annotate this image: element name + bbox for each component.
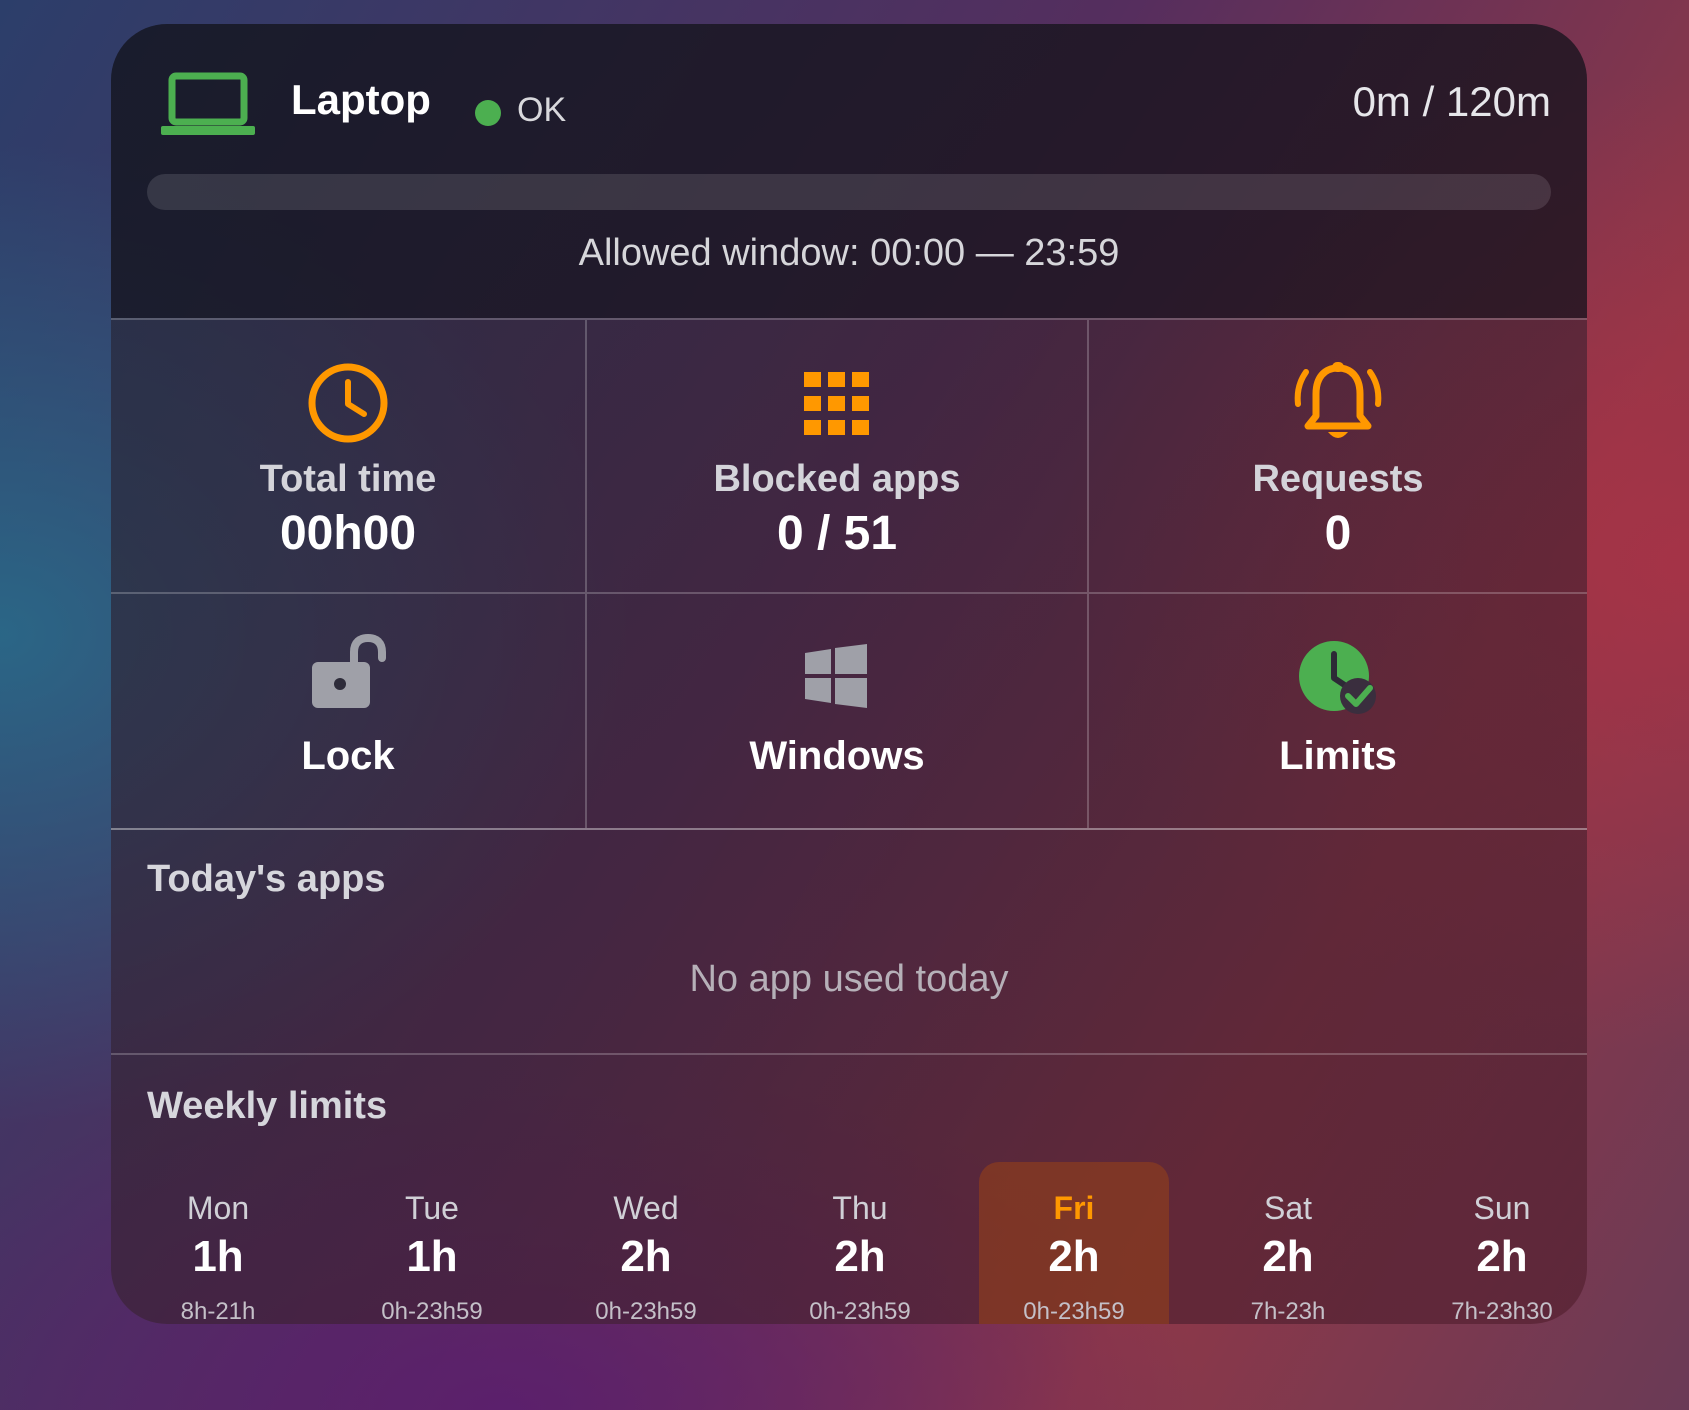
limits-button[interactable]: Limits [1089, 594, 1587, 830]
day-limit-value: 2h [1048, 1232, 1100, 1281]
day-limit-value: 2h [1476, 1232, 1528, 1281]
usage-progress-bar [147, 174, 1551, 210]
lock-button[interactable]: Lock [111, 594, 587, 830]
allowed-window: Allowed window: 00:00 — 23:59 [578, 232, 1120, 274]
windows-logo-icon [805, 644, 869, 708]
day-limit-value: 2h [620, 1232, 672, 1281]
windows-label: Windows [749, 734, 925, 778]
device-card: Laptop OK 0m / 120m Allowed window: 00:0… [111, 24, 1587, 1324]
windows-button[interactable]: Windows [587, 594, 1089, 830]
day-window: 0h-23h59 [381, 1298, 483, 1324]
total-time-tile: Total time 00h00 [111, 320, 587, 594]
todays-apps-section: Today's apps No app used today [111, 828, 1587, 1055]
apps-grid-icon [804, 372, 870, 438]
clock-icon [307, 362, 389, 444]
day-limit-sat[interactable]: Sat 2h 7h-23h [1193, 1162, 1383, 1324]
day-window: 7h-23h [1250, 1298, 1326, 1324]
day-window: 0h-23h59 [595, 1298, 697, 1324]
laptop-icon [161, 72, 257, 143]
day-window: 7h-23h30 [1451, 1298, 1553, 1324]
day-name: Thu [832, 1190, 888, 1226]
bell-ringing-icon [1292, 362, 1384, 448]
device-header: Laptop OK 0m / 120m Allowed window: 00:0… [111, 24, 1587, 318]
status-text: OK [517, 91, 567, 129]
device-name: Laptop [291, 76, 431, 123]
requests-label: Requests [1252, 458, 1424, 500]
day-name: Wed [613, 1190, 679, 1226]
day-limit-wed[interactable]: Wed 2h 0h-23h59 [551, 1162, 741, 1324]
todays-apps-empty-text: No app used today [689, 958, 1009, 1000]
clock-check-icon [1298, 640, 1378, 716]
total-time-value: 00h00 [279, 507, 417, 560]
total-time-label: Total time [259, 458, 437, 500]
requests-value: 0 [1324, 507, 1352, 560]
day-window: 8h-21h [180, 1298, 256, 1324]
blocked-apps-tile[interactable]: Blocked apps 0 / 51 [587, 320, 1089, 594]
day-window: 0h-23h59 [1023, 1298, 1125, 1324]
day-limit-sun[interactable]: Sun 2h 7h-23h30 [1407, 1162, 1587, 1324]
day-name: Fri [1053, 1190, 1095, 1226]
day-name: Tue [405, 1190, 459, 1226]
day-limit-value: 1h [192, 1232, 244, 1281]
day-limit-thu[interactable]: Thu 2h 0h-23h59 [765, 1162, 955, 1324]
day-name: Sun [1473, 1190, 1531, 1226]
blocked-apps-label: Blocked apps [713, 458, 961, 500]
day-window: 0h-23h59 [809, 1298, 911, 1324]
lock-label: Lock [301, 734, 395, 778]
day-limit-value: 2h [1262, 1232, 1314, 1281]
usage-counter: 0m / 120m [1352, 78, 1551, 125]
limits-label: Limits [1279, 734, 1397, 778]
day-limit-value: 2h [834, 1232, 886, 1281]
day-limit-fri[interactable]: Fri 2h 0h-23h59 [979, 1162, 1169, 1324]
requests-tile[interactable]: Requests 0 [1089, 320, 1587, 594]
unlocked-padlock-icon [310, 633, 386, 710]
day-limit-tue[interactable]: Tue 1h 0h-23h59 [337, 1162, 527, 1324]
day-limit-value: 1h [406, 1232, 458, 1281]
day-name: Sat [1263, 1190, 1313, 1226]
weekly-limits-section: Weekly limits Mon 1h 8h-21h Tue 1h 0h-23… [111, 1055, 1587, 1324]
todays-apps-title: Today's apps [147, 858, 386, 900]
day-name: Mon [186, 1190, 250, 1226]
status-indicator [475, 100, 501, 126]
blocked-apps-value: 0 / 51 [776, 507, 898, 560]
stats-grid: Total time 00h00 Blocked apps 0 / 51 Req… [111, 318, 1587, 830]
weekly-limits-title: Weekly limits [147, 1085, 388, 1127]
day-limit-mon[interactable]: Mon 1h 8h-21h [123, 1162, 313, 1324]
